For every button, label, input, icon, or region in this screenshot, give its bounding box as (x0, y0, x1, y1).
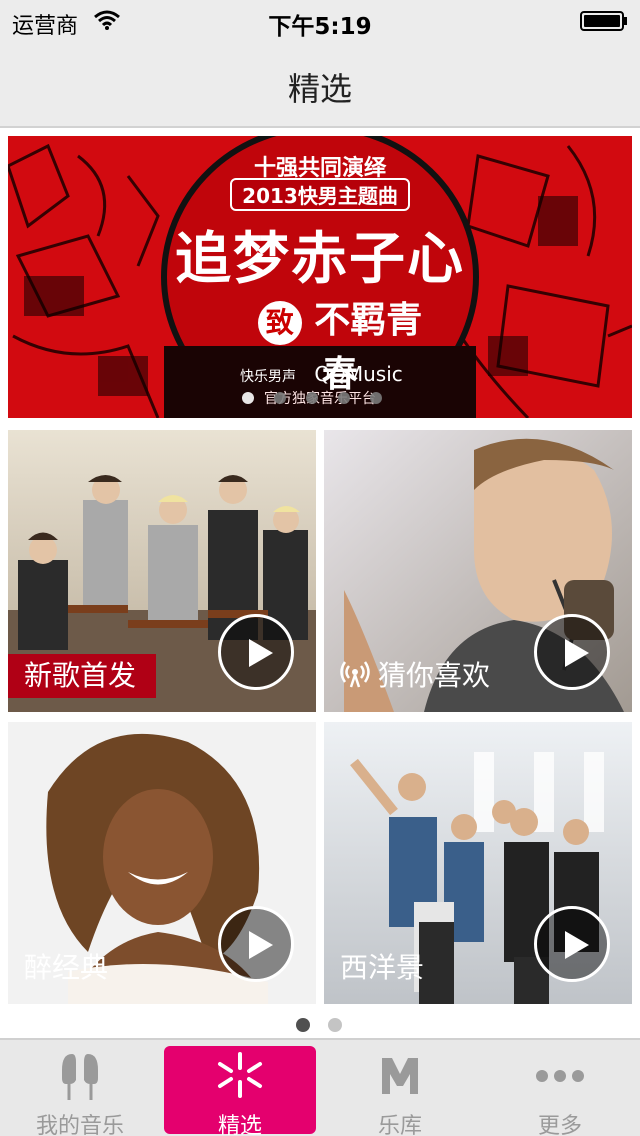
banner-headline: 追梦赤子心 (175, 226, 465, 292)
m-logo-icon (382, 1058, 418, 1094)
play-icon (249, 931, 273, 959)
play-icon (249, 639, 273, 667)
tab-featured[interactable]: 精选 (164, 1046, 316, 1136)
more-dots-icon (536, 1070, 584, 1082)
banner-page-dot[interactable] (306, 392, 318, 404)
tile-western[interactable]: 西洋景 (324, 722, 632, 1004)
tab-label: 我的音乐 (35, 1114, 124, 1136)
tab-more[interactable]: 更多 (484, 1046, 636, 1136)
qqmusic-logo: QQMusic (314, 362, 403, 386)
sparkle-icon (218, 1052, 262, 1098)
tile-label-wrap: 猜你喜欢 (324, 654, 490, 698)
grid-page-indicator (296, 1018, 344, 1032)
play-button[interactable] (534, 614, 610, 690)
tab-label: 更多 (537, 1114, 582, 1136)
banner-page-indicator (242, 392, 398, 404)
tile-label: 西洋景 (340, 951, 425, 984)
banner-page-dot[interactable] (274, 392, 286, 404)
play-icon (565, 931, 589, 959)
tab-label: 精选 (217, 1114, 262, 1136)
tab-label: 乐库 (377, 1114, 422, 1136)
banner-page-dot[interactable] (370, 392, 382, 404)
tab-my-music[interactable]: 我的音乐 (4, 1046, 156, 1136)
status-time: 下午5:19 (268, 14, 372, 40)
show-logo: 快乐男声 (240, 369, 296, 385)
navigation-bar: 精选 (0, 40, 640, 128)
tab-library[interactable]: 乐库 (324, 1046, 476, 1136)
tile-guess-you-like[interactable]: 猜你喜欢 (324, 430, 632, 712)
banner-page-dot[interactable] (338, 392, 350, 404)
play-icon (565, 639, 589, 667)
tile-label: 醉经典 (24, 951, 109, 984)
tile-classics[interactable]: 醉经典 (8, 722, 316, 1004)
banner-subtitle: 2013快男主题曲 (230, 178, 410, 211)
page-title: 精选 (287, 70, 352, 108)
battery-icon (580, 11, 627, 31)
banner-brand: 快乐男声 QQMusic (240, 362, 420, 386)
tile-new-songs[interactable]: 新歌首发 (8, 430, 316, 712)
tile-label: 新歌首发 (8, 654, 157, 698)
play-button[interactable] (534, 906, 610, 982)
status-bar: 运营商 下午5:19 (0, 0, 640, 40)
grid-page-dot[interactable] (296, 1018, 310, 1032)
play-button[interactable] (218, 906, 294, 982)
featured-banner[interactable]: 十强共同演绎 2013快男主题曲 追梦赤子心 致 不羁青春 快乐男声 QQMus… (8, 136, 632, 418)
tile-label: 猜你喜欢 (378, 659, 491, 692)
banner-badge: 致 (257, 301, 302, 345)
tab-bar: 我的音乐 精选 乐库 更多 (0, 1038, 640, 1136)
radio-icon (340, 661, 370, 688)
app-screen: 运营商 下午5:19 精选 十强共同演绎 2013快男主题曲 追梦赤子心 致 不… (0, 0, 640, 1136)
banner-page-dot[interactable] (242, 392, 254, 404)
grid-page-dot[interactable] (328, 1018, 342, 1032)
play-button[interactable] (218, 614, 294, 690)
earphones-icon (62, 1054, 98, 1100)
